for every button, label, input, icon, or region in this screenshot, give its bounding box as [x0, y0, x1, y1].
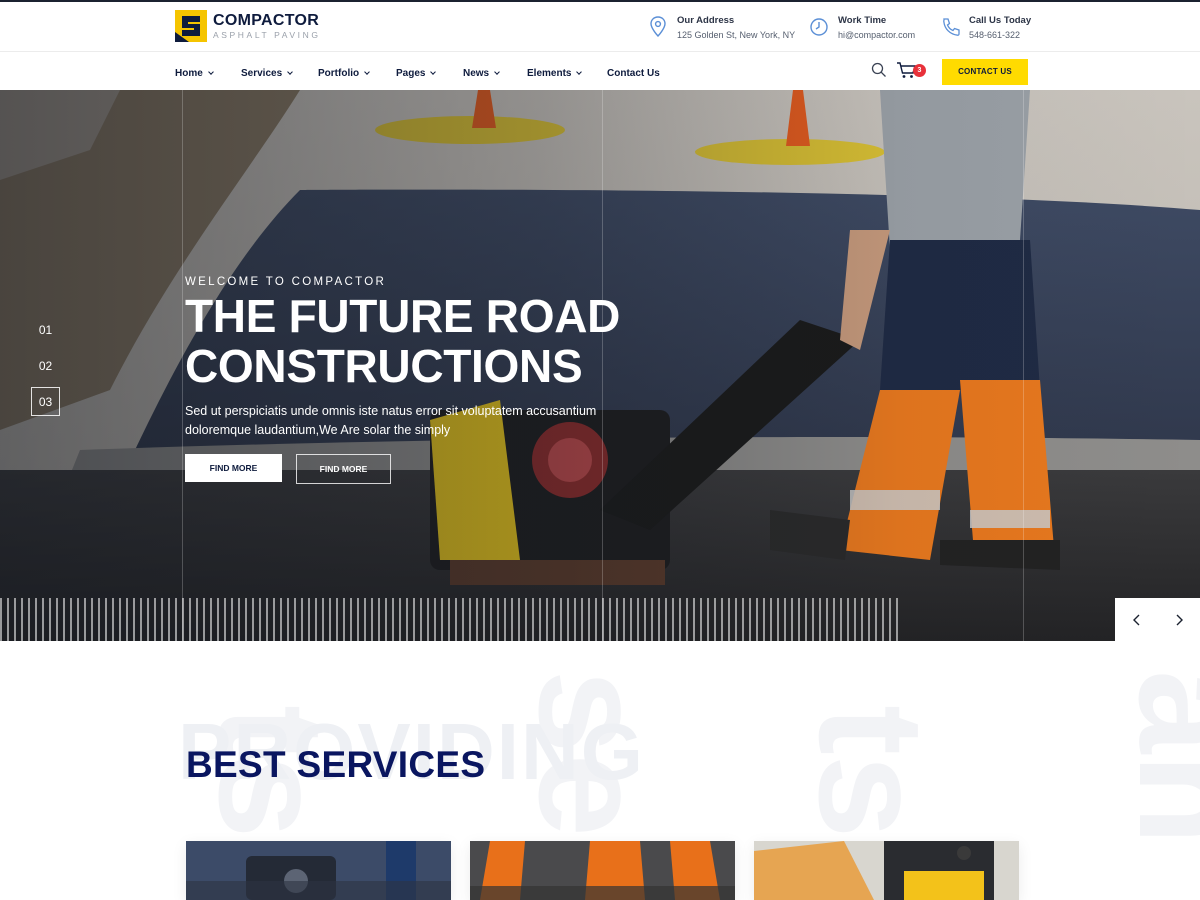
- section-title-highlight: SERVICES: [296, 744, 486, 785]
- find-more-button[interactable]: FIND MORE: [185, 454, 282, 482]
- work-time-title: Work Time: [838, 15, 887, 26]
- service-card-image-2[interactable]: [470, 841, 735, 900]
- nav-label: Home: [175, 68, 203, 79]
- chevron-down-icon: [287, 69, 293, 75]
- nav-label: News: [463, 68, 490, 79]
- search-icon[interactable]: [871, 62, 887, 78]
- brand-tagline: ASPHALT PAVING: [213, 29, 321, 40]
- clock-icon: [810, 18, 828, 36]
- logo-mark-icon: [175, 10, 207, 42]
- slider-arrows: [1115, 598, 1200, 641]
- cart-count-badge: 3: [913, 64, 926, 77]
- section-title-part1: BEST: [186, 744, 286, 785]
- service-card-image-3[interactable]: [754, 841, 1019, 900]
- find-more-outline-button[interactable]: FIND MORE: [296, 454, 391, 484]
- nav-item-services[interactable]: Services: [241, 68, 293, 79]
- phone-icon: [943, 18, 960, 36]
- slide-indicator-3[interactable]: 03: [31, 387, 60, 416]
- slide-indicator-1[interactable]: 01: [31, 316, 60, 345]
- hero-description: Sed ut perspiciatis unde omnis iste natu…: [185, 404, 597, 437]
- svg-text:an: an: [1108, 670, 1200, 845]
- nav-item-home[interactable]: Home: [175, 68, 214, 79]
- nav-item-contact[interactable]: Contact Us: [607, 68, 660, 79]
- chevron-down-icon: [364, 69, 370, 75]
- chevron-down-icon: [430, 69, 437, 75]
- brand-name: COMPACTOR: [213, 11, 320, 29]
- map-pin-icon: [650, 16, 666, 38]
- chevron-left-icon[interactable]: [1115, 598, 1157, 641]
- svg-text:ts: ts: [788, 705, 956, 838]
- contact-us-button[interactable]: CONTACT US: [942, 59, 1028, 85]
- hero-headline: THE FUTURE ROAD CONSTRUCTIONS: [185, 291, 620, 391]
- slide-indicator-2[interactable]: 02: [31, 352, 60, 381]
- nav-label: Elements: [527, 68, 572, 79]
- chevron-down-icon: [576, 69, 583, 75]
- nav-label: Services: [241, 68, 283, 79]
- address-info: Our Address 125 Golden St, New York, NY: [648, 14, 795, 42]
- address-title: Our Address: [677, 15, 735, 26]
- phone-title: Call Us Today: [969, 15, 1032, 26]
- hero-slider: 01 02 03 WELCOME TO COMPACTOR THE FUTURE…: [0, 90, 1200, 641]
- guide-line: [182, 90, 183, 641]
- hero-headline-line1: THE FUTURE ROAD: [185, 290, 621, 342]
- nav-item-portfolio[interactable]: Portfolio: [318, 68, 370, 79]
- chevron-right-icon[interactable]: [1158, 598, 1200, 641]
- nav-item-pages[interactable]: Pages: [396, 68, 437, 79]
- service-card-image-1[interactable]: [186, 841, 451, 900]
- hero-eyebrow: WELCOME TO COMPACTOR: [185, 276, 387, 288]
- chevron-down-icon: [494, 69, 500, 75]
- work-time-info: Work Time hi@compactor.com: [809, 14, 915, 42]
- work-time-value: hi@compactor.com: [838, 30, 916, 40]
- phone-value[interactable]: 548-661-322: [969, 29, 1031, 42]
- chevron-down-icon: [207, 69, 214, 75]
- nav-label: Pages: [396, 68, 426, 79]
- section-title: BEST SERVICES: [186, 744, 486, 786]
- address-value: 125 Golden St, New York, NY: [677, 30, 796, 40]
- hero-headline-line2: CONSTRUCTIONS: [185, 340, 583, 392]
- nav-item-elements[interactable]: Elements: [527, 68, 583, 79]
- guide-line: [1023, 90, 1024, 641]
- phone-info: Call Us Today 548-661-322: [940, 14, 1031, 42]
- top-header: COMPACTOR ASPHALT PAVING Our Address 125…: [0, 0, 1200, 52]
- nav-label: Portfolio: [318, 68, 360, 79]
- nav-label: Contact Us: [607, 68, 660, 79]
- decorative-stripes: [0, 598, 900, 641]
- logo[interactable]: COMPACTOR ASPHALT PAVING: [175, 10, 321, 42]
- nav-item-news[interactable]: News: [463, 68, 500, 79]
